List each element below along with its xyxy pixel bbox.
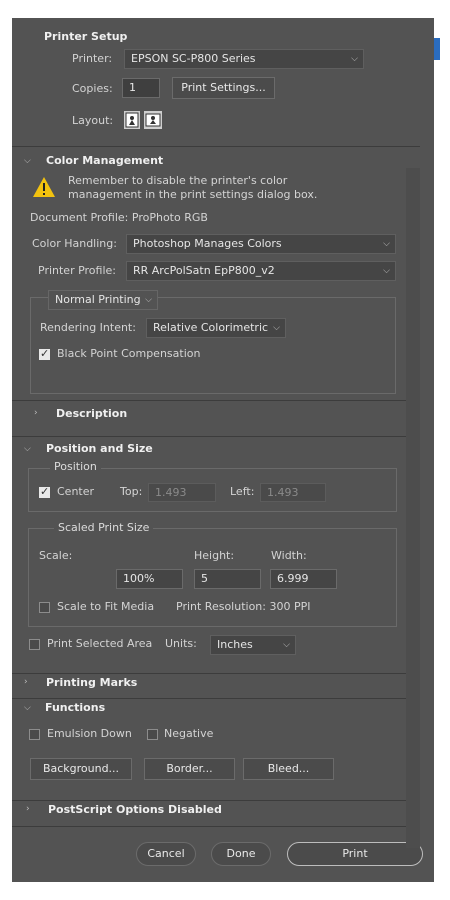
expand-chevron-icon[interactable]: › xyxy=(26,804,30,814)
collapse-chevron-icon[interactable]: ⌵ xyxy=(24,703,31,713)
divider xyxy=(12,826,406,827)
print-selected-area-label: Print Selected Area xyxy=(47,637,153,650)
copies-input[interactable]: 1 xyxy=(122,78,160,98)
printer-profile-value: RR ArcPolSatn EpP800_v2 xyxy=(133,264,275,277)
height-label: Height: xyxy=(194,549,235,562)
chevron-down-icon: ⌵ xyxy=(145,295,152,305)
divider xyxy=(12,800,406,801)
done-button[interactable]: Done xyxy=(211,842,271,866)
printing-mode-select[interactable]: Normal Printing ⌵ xyxy=(48,290,158,310)
left-label: Left: xyxy=(230,485,255,498)
warning-icon xyxy=(33,177,55,197)
cancel-button[interactable]: Cancel xyxy=(136,842,196,866)
divider xyxy=(12,698,406,699)
black-point-label: Black Point Compensation xyxy=(57,347,201,360)
printer-label: Printer: xyxy=(72,52,113,65)
document-profile-text: Document Profile: ProPhoto RGB xyxy=(30,211,208,224)
negative-checkbox[interactable] xyxy=(147,729,158,740)
chevron-down-icon: ⌵ xyxy=(383,239,390,249)
top-input[interactable]: 1.493 xyxy=(148,483,216,502)
scale-to-fit-checkbox[interactable] xyxy=(39,602,50,613)
scale-to-fit-label: Scale to Fit Media xyxy=(57,600,155,613)
rendering-intent-value: Relative Colorimetric xyxy=(153,321,269,334)
width-label: Width: xyxy=(271,549,307,562)
portrait-layout-icon[interactable] xyxy=(124,111,140,129)
description-title: Description xyxy=(56,407,128,420)
scale-input[interactable]: 100% xyxy=(116,569,183,589)
print-selected-area-checkbox[interactable] xyxy=(29,639,40,650)
print-resolution-text: Print Resolution: 300 PPI xyxy=(176,600,311,613)
scrollbar[interactable] xyxy=(406,168,420,848)
units-value: Inches xyxy=(217,638,253,651)
chevron-down-icon: ⌵ xyxy=(283,640,290,650)
color-handling-select[interactable]: Photoshop Manages Colors ⌵ xyxy=(126,234,396,254)
rendering-intent-label: Rendering Intent: xyxy=(40,321,136,334)
border-button[interactable]: Border... xyxy=(144,758,235,780)
window-edge-accent xyxy=(434,38,440,60)
postscript-title: PostScript Options Disabled xyxy=(48,803,222,816)
warning-text-line1: Remember to disable the printer's color xyxy=(68,174,288,187)
center-label: Center xyxy=(57,485,95,498)
black-point-checkbox[interactable] xyxy=(39,347,50,360)
copies-label: Copies: xyxy=(72,82,113,95)
chevron-down-icon: ⌵ xyxy=(351,54,358,64)
print-settings-button[interactable]: Print Settings... xyxy=(172,77,275,99)
top-label: Top: xyxy=(120,485,143,498)
print-dialog: Printer Setup Printer: EPSON SC-P800 Ser… xyxy=(12,18,434,882)
functions-title: Functions xyxy=(45,701,106,714)
printer-setup-title: Printer Setup xyxy=(44,30,128,43)
printer-value: EPSON SC-P800 Series xyxy=(131,52,256,65)
rendering-intent-select[interactable]: Relative Colorimetric ⌵ xyxy=(146,318,286,338)
position-size-title: Position and Size xyxy=(46,442,153,455)
negative-label: Negative xyxy=(164,727,214,740)
position-legend: Position xyxy=(50,460,101,473)
chevron-down-icon: ⌵ xyxy=(383,266,390,276)
color-handling-value: Photoshop Manages Colors xyxy=(133,237,282,250)
units-select[interactable]: Inches ⌵ xyxy=(210,635,296,655)
divider xyxy=(12,436,406,437)
units-label: Units: xyxy=(165,637,197,650)
bleed-button[interactable]: Bleed... xyxy=(243,758,334,780)
emulsion-down-checkbox[interactable] xyxy=(29,729,40,740)
left-input[interactable]: 1.493 xyxy=(260,483,326,502)
expand-chevron-icon[interactable]: › xyxy=(34,408,38,418)
landscape-layout-icon[interactable] xyxy=(144,111,162,129)
color-management-title: Color Management xyxy=(46,154,164,167)
printing-marks-title: Printing Marks xyxy=(46,676,138,689)
divider xyxy=(12,400,406,401)
scaled-print-size-legend: Scaled Print Size xyxy=(54,521,154,534)
printer-profile-select[interactable]: RR ArcPolSatn EpP800_v2 ⌵ xyxy=(126,261,396,281)
printer-select[interactable]: EPSON SC-P800 Series ⌵ xyxy=(124,49,364,69)
printing-mode-value: Normal Printing xyxy=(55,293,141,306)
printer-profile-label: Printer Profile: xyxy=(38,264,116,277)
collapse-chevron-icon[interactable]: ⌵ xyxy=(24,444,31,454)
collapse-chevron-icon[interactable]: ⌵ xyxy=(24,156,31,166)
chevron-down-icon: ⌵ xyxy=(273,323,280,333)
divider xyxy=(12,673,406,674)
expand-chevron-icon[interactable]: › xyxy=(24,677,28,687)
emulsion-down-label: Emulsion Down xyxy=(47,727,132,740)
width-input[interactable]: 6.999 xyxy=(270,569,337,589)
height-input[interactable]: 5 xyxy=(194,569,261,589)
color-handling-label: Color Handling: xyxy=(32,237,117,250)
scale-label: Scale: xyxy=(39,549,73,562)
center-checkbox[interactable] xyxy=(39,485,50,498)
background-button[interactable]: Background... xyxy=(30,758,132,780)
rendering-group xyxy=(30,297,396,394)
divider xyxy=(12,146,420,147)
warning-text-line2: management in the print settings dialog … xyxy=(68,188,318,201)
layout-label: Layout: xyxy=(72,114,114,127)
print-button[interactable]: Print xyxy=(287,842,423,866)
